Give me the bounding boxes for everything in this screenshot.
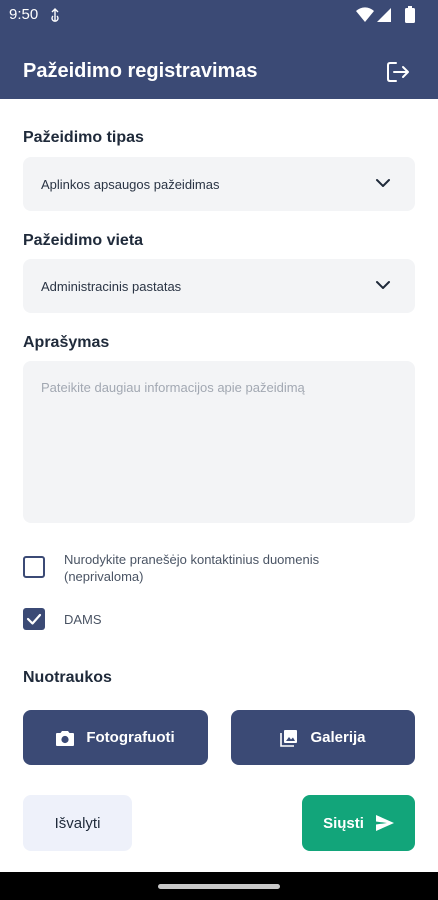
checkmark-icon: [26, 613, 42, 625]
violation-location-label: Pažeidimo vieta: [23, 232, 144, 249]
description-textarea[interactable]: [23, 361, 415, 523]
violation-type-label: Pažeidimo tipas: [23, 129, 144, 146]
gallery-icon: [280, 729, 298, 747]
violation-type-value: Aplinkos apsaugos pažeidimas: [41, 177, 220, 192]
send-icon: [375, 815, 394, 831]
take-photo-button[interactable]: Fotografuoti: [23, 710, 208, 765]
app-header: 9:50 Pažeidimo registravimas: [0, 0, 438, 99]
status-time: 9:50: [9, 6, 39, 23]
photos-label: Nuotraukos: [23, 669, 112, 686]
clear-button[interactable]: Išvalyti: [23, 795, 132, 851]
page-title: Pažeidimo registravimas: [23, 60, 258, 82]
contact-info-checkbox[interactable]: [23, 556, 45, 578]
system-nav-bar: [0, 872, 438, 900]
chevron-down-icon: [376, 281, 390, 289]
logout-icon[interactable]: [384, 58, 412, 86]
send-label: Siųsti: [323, 814, 364, 832]
chevron-down-icon: [376, 179, 390, 187]
contact-info-label: Nurodykite pranešėjo kontaktinius duomen…: [64, 551, 319, 585]
send-button[interactable]: Siųsti: [302, 795, 415, 851]
violation-type-select[interactable]: Aplinkos apsaugos pažeidimas: [23, 157, 415, 211]
sync-icon: [51, 8, 59, 22]
dams-label: DAMS: [64, 612, 102, 627]
description-label: Aprašymas: [23, 334, 110, 351]
dams-checkbox[interactable]: [23, 608, 45, 630]
home-gesture-handle[interactable]: [158, 884, 280, 889]
signal-icon: [377, 8, 391, 22]
camera-icon: [56, 730, 75, 746]
wifi-icon: [356, 7, 374, 23]
gallery-button[interactable]: Galerija: [231, 710, 415, 765]
violation-location-select[interactable]: Administracinis pastatas: [23, 259, 415, 313]
clear-label: Išvalyti: [54, 814, 101, 832]
gallery-label: Galerija: [310, 729, 366, 746]
take-photo-label: Fotografuoti: [86, 729, 175, 746]
contact-info-label-line1: Nurodykite pranešėjo kontaktinius duomen…: [64, 552, 320, 567]
contact-info-label-line2: (neprivaloma): [64, 569, 144, 584]
status-bar: 9:50: [0, 0, 438, 30]
battery-icon: [405, 6, 415, 23]
violation-location-value: Administracinis pastatas: [41, 279, 182, 294]
